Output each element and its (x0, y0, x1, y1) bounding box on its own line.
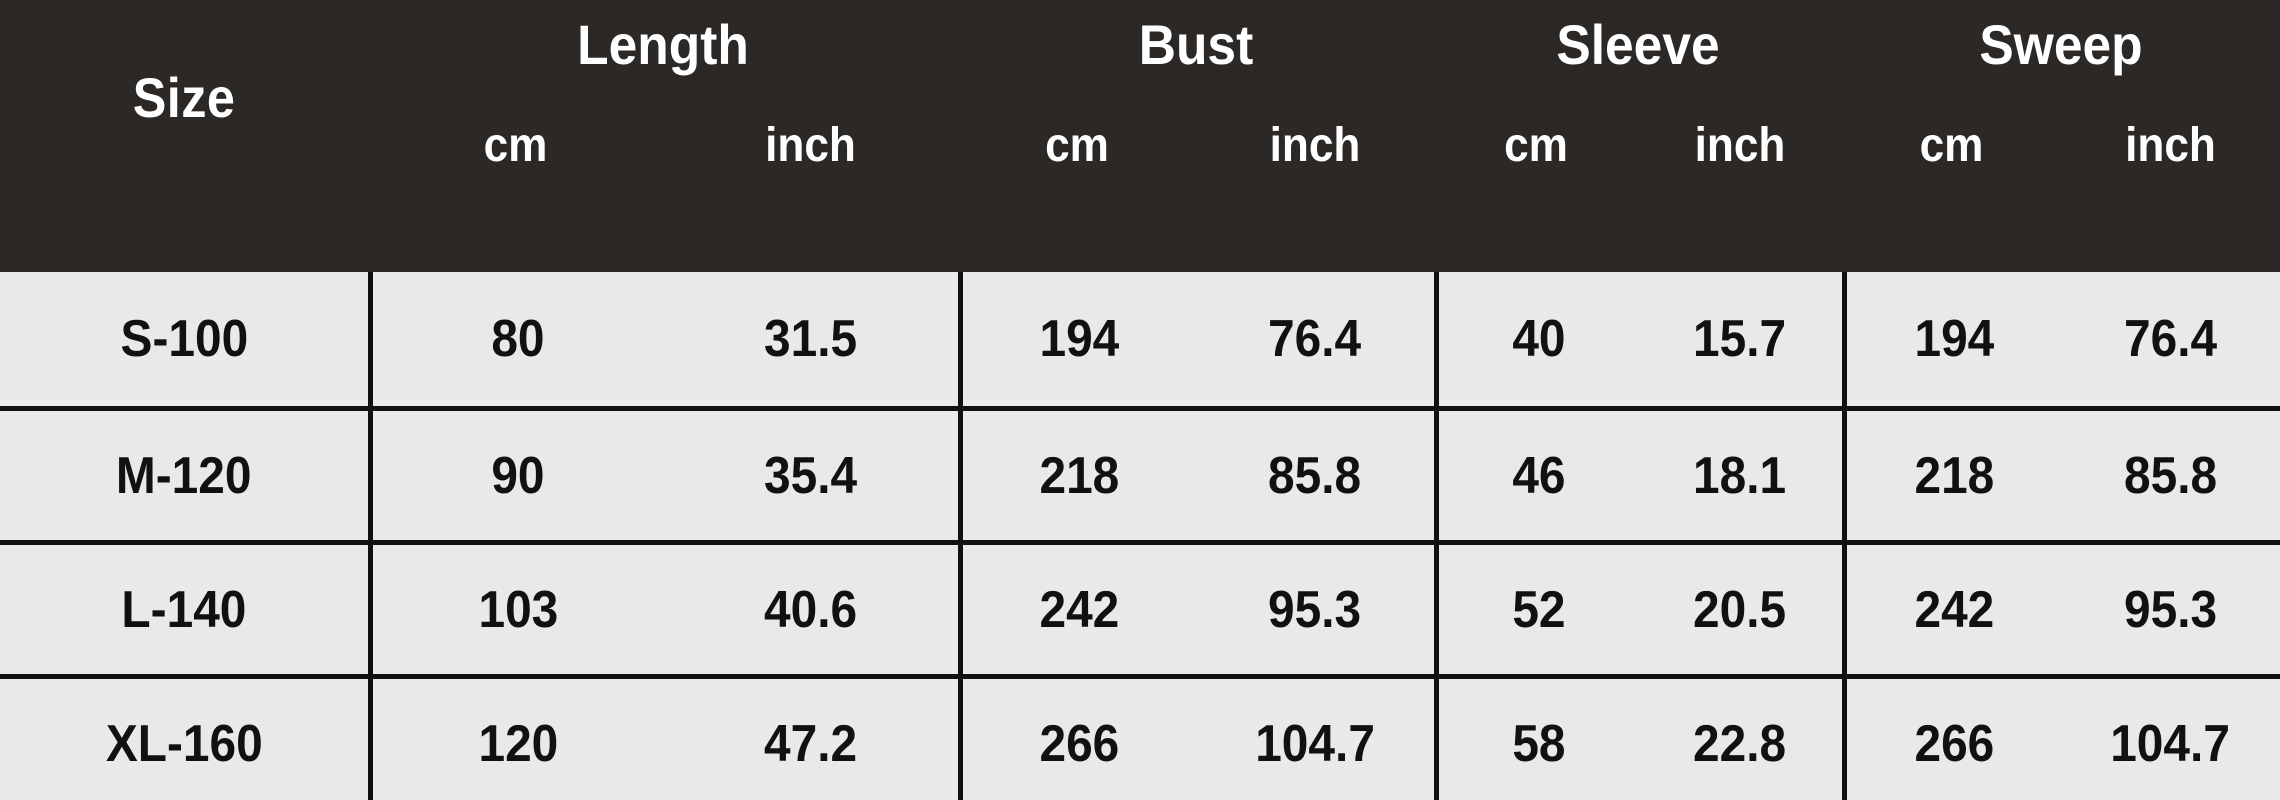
cell-sweep-cm: 194 (1842, 272, 2061, 406)
cell-sweep-inch: 85.8 (2123, 446, 2218, 505)
cell-length-inch: 35.4 (763, 446, 858, 505)
cell-bust-inch: 76.4 (1268, 310, 1362, 368)
table-body: S-100 80 31.5 194 76.4 40 15.7 194 76.4 … (0, 272, 2280, 800)
cell-sleeve-inch: 18.1 (1693, 446, 1787, 505)
header-units-sweep: cm inch (1842, 118, 2280, 173)
table-row: S-100 80 31.5 194 76.4 40 15.7 194 76.4 (0, 272, 2280, 406)
cell-sweep-inch: 95.3 (2123, 580, 2218, 639)
header-unit-sweep-inch: inch (2125, 119, 2216, 172)
header-cell-size: Size (0, 0, 368, 272)
cell-bust-inch: 104.7 (1255, 714, 1375, 773)
table-row: M-120 90 35.4 218 85.8 46 18.1 218 85.8 (0, 406, 2280, 540)
cell-sweep-cm: 266 (1842, 679, 2061, 800)
cell-size: XL-160 (105, 714, 263, 773)
cell-sleeve-cm: 52 (1434, 545, 1638, 674)
cell-size: L-140 (121, 580, 247, 639)
cell-bust-inch: 85.8 (1268, 446, 1362, 505)
header-label-size: Size (132, 65, 236, 129)
cell-length-cm: 90 (368, 411, 663, 540)
cell-bust-cm: 218 (958, 411, 1196, 540)
cell-sweep-cm: 218 (1842, 411, 2061, 540)
header-unit-length-cm: cm (483, 119, 548, 172)
header-label-sweep: Sweep (1979, 13, 2143, 76)
cell-sleeve-inch: 22.8 (1693, 714, 1787, 773)
cell-bust-cm: 194 (958, 272, 1196, 406)
cell-sleeve-inch: 15.7 (1693, 310, 1787, 368)
cell-length-cm: 120 (368, 679, 663, 800)
header-label-length: Length (577, 13, 749, 76)
header-unit-sleeve-cm: cm (1504, 119, 1568, 172)
header-units-length: cm inch (368, 118, 958, 173)
header-group-sleeve: Sleeve cm inch (1434, 0, 1842, 272)
size-chart-table: Size Length cm inch Bust cm inch Sleeve (0, 0, 2280, 800)
cell-sleeve-cm: 46 (1434, 411, 1638, 540)
cell-length-cm: 80 (368, 272, 663, 406)
cell-size: M-120 (116, 446, 252, 505)
table-header: Size Length cm inch Bust cm inch Sleeve (0, 0, 2280, 272)
header-group-bust: Bust cm inch (958, 0, 1434, 272)
cell-sleeve-cm: 58 (1434, 679, 1638, 800)
header-unit-sweep-cm: cm (1919, 119, 1984, 172)
header-group-length: Length cm inch (368, 0, 958, 272)
header-unit-length-inch: inch (765, 119, 856, 172)
cell-size: S-100 (120, 310, 248, 368)
table-row: XL-160 120 47.2 266 104.7 58 22.8 266 10… (0, 674, 2280, 800)
header-unit-bust-cm: cm (1045, 119, 1109, 172)
cell-length-inch: 47.2 (763, 714, 858, 773)
cell-bust-inch: 95.3 (1268, 580, 1362, 639)
header-label-bust: Bust (1138, 13, 1254, 76)
cell-length-inch: 31.5 (763, 310, 858, 368)
cell-bust-cm: 266 (958, 679, 1196, 800)
cell-bust-cm: 242 (958, 545, 1196, 674)
cell-sleeve-cm: 40 (1434, 272, 1638, 406)
header-measurement-groups: Length cm inch Bust cm inch Sleeve cm in… (368, 0, 2280, 272)
header-group-sweep: Sweep cm inch (1842, 0, 2280, 272)
cell-sleeve-inch: 20.5 (1693, 580, 1787, 639)
header-unit-sleeve-inch: inch (1694, 119, 1786, 172)
cell-sweep-cm: 242 (1842, 545, 2061, 674)
header-units-bust: cm inch (958, 118, 1434, 173)
header-units-sleeve: cm inch (1434, 118, 1842, 173)
header-label-sleeve: Sleeve (1556, 13, 1720, 76)
header-unit-bust-inch: inch (1269, 119, 1361, 172)
cell-length-inch: 40.6 (763, 580, 858, 639)
cell-length-cm: 103 (368, 545, 663, 674)
cell-sweep-inch: 104.7 (2110, 714, 2231, 773)
cell-sweep-inch: 76.4 (2123, 310, 2218, 368)
table-row: L-140 103 40.6 242 95.3 52 20.5 242 95.3 (0, 540, 2280, 674)
